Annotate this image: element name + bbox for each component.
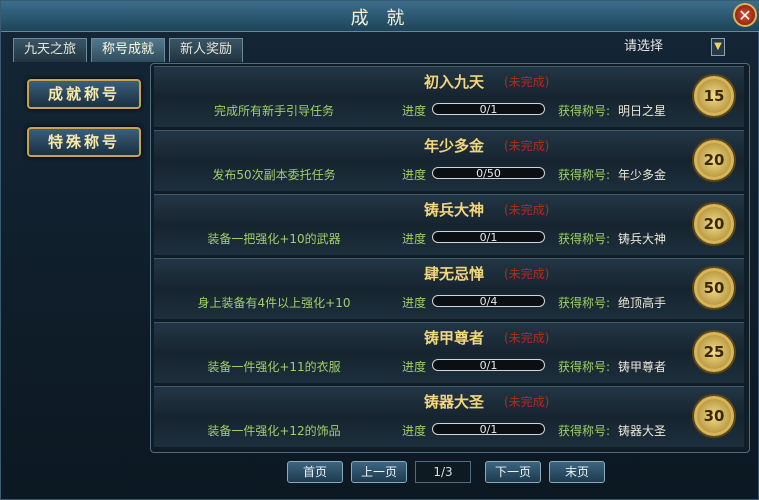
progress-text: 0/4 [479, 295, 498, 308]
achievement-title: 铸甲尊者 [423, 329, 484, 347]
progress-text: 0/1 [479, 423, 498, 436]
last-page-button[interactable]: 末页 [549, 461, 605, 483]
category-achievement-titles[interactable]: 成就称号 [27, 79, 141, 109]
category-sidebar: 成就称号 特殊称号 [7, 63, 147, 457]
achievement-list: 初入九天 (未完成) 完成所有新手引导任务 进度 0/1 获得称号: 明日之星 … [150, 63, 750, 453]
page-indicator: 1/3 [415, 461, 471, 483]
reward-title: 绝顶高手 [618, 296, 667, 310]
reward-title: 铸兵大神 [618, 232, 667, 246]
achievement-description: 身上装备有4件以上强化+10 [197, 296, 351, 310]
achievement-points-badge: 20 [694, 140, 734, 180]
progress-bar: 0/4 [432, 295, 545, 308]
progress-text: 0/50 [476, 167, 501, 180]
title-bar[interactable]: 成 就 ✕ [1, 1, 759, 32]
progress-text: 0/1 [479, 231, 498, 244]
prev-page-button[interactable]: 上一页 [351, 461, 407, 483]
progress-bar: 0/1 [432, 423, 545, 436]
achievement-status: (未完成) [504, 331, 550, 345]
reward-label: 获得称号: [558, 296, 611, 310]
reward-label: 获得称号: [558, 424, 611, 438]
chevron-down-icon[interactable]: ▼ [711, 38, 725, 56]
progress-label: 进度 [402, 360, 427, 374]
achievement-status: (未完成) [504, 139, 550, 153]
achievement-row: 年少多金 (未完成) 发布50次副本委托任务 进度 0/50 获得称号: 年少多… [154, 130, 744, 191]
achievement-description: 装备一把强化+10的武器 [207, 232, 341, 246]
achievement-points-badge: 15 [694, 76, 734, 116]
achievement-points-badge: 25 [694, 332, 734, 372]
category-special-titles[interactable]: 特殊称号 [27, 127, 141, 157]
progress-bar: 0/1 [432, 359, 545, 372]
reward-title: 铸甲尊者 [618, 360, 667, 374]
achievement-row: 铸甲尊者 (未完成) 装备一件强化+11的衣服 进度 0/1 获得称号: 铸甲尊… [154, 322, 744, 383]
achievement-status: (未完成) [504, 75, 550, 89]
progress-text: 0/1 [479, 103, 498, 116]
achievement-description: 发布50次副本委托任务 [212, 168, 336, 182]
achievement-title: 铸兵大神 [423, 201, 484, 219]
achievement-description: 装备一件强化+12的饰品 [207, 424, 341, 438]
reward-title: 明日之星 [618, 104, 667, 118]
reward-label: 获得称号: [558, 232, 611, 246]
progress-bar: 0/1 [432, 103, 545, 116]
progress-label: 进度 [402, 232, 427, 246]
reward-title: 年少多金 [618, 168, 667, 182]
achievement-status: (未完成) [504, 395, 550, 409]
tab-title-achievements[interactable]: 称号成就 [91, 38, 165, 62]
reward-label: 获得称号: [558, 104, 611, 118]
reward-label: 获得称号: [558, 168, 611, 182]
progress-label: 进度 [402, 104, 427, 118]
tab-newbie-rewards[interactable]: 新人奖励 [169, 38, 243, 62]
first-page-button[interactable]: 首页 [287, 461, 343, 483]
achievement-status: (未完成) [504, 203, 550, 217]
achievement-points-badge: 30 [694, 396, 734, 436]
achievement-row: 铸兵大神 (未完成) 装备一把强化+10的武器 进度 0/1 获得称号: 铸兵大… [154, 194, 744, 255]
achievement-description: 装备一件强化+11的衣服 [207, 360, 341, 374]
window-title: 成 就 [350, 8, 411, 29]
progress-bar: 0/1 [432, 231, 545, 244]
progress-label: 进度 [402, 296, 427, 310]
reward-title: 铸器大圣 [618, 424, 667, 438]
tab-journey[interactable]: 九天之旅 [13, 38, 87, 62]
achievement-row: 肆无忌惮 (未完成) 身上装备有4件以上强化+10 进度 0/4 获得称号: 绝… [154, 258, 744, 319]
achievement-window: 成 就 ✕ 九天之旅 称号成就 新人奖励 请选择 ▼ 成就称号 特殊称号 初入九… [0, 0, 759, 500]
achievement-title: 年少多金 [423, 137, 484, 155]
achievement-row: 初入九天 (未完成) 完成所有新手引导任务 进度 0/1 获得称号: 明日之星 … [154, 66, 744, 127]
achievement-description: 完成所有新手引导任务 [213, 104, 334, 118]
progress-label: 进度 [402, 424, 427, 438]
achievement-points-badge: 20 [694, 204, 734, 244]
filter-select[interactable]: 请选择 ▼ [617, 38, 727, 58]
achievement-title: 初入九天 [423, 73, 484, 91]
achievement-title: 铸器大圣 [423, 393, 484, 411]
progress-text: 0/1 [479, 359, 498, 372]
filter-select-value: 请选择 [624, 39, 664, 54]
next-page-button[interactable]: 下一页 [485, 461, 541, 483]
progress-label: 进度 [402, 168, 427, 182]
achievement-points-badge: 50 [694, 268, 734, 308]
achievement-status: (未完成) [504, 267, 550, 281]
reward-label: 获得称号: [558, 360, 611, 374]
close-icon[interactable]: ✕ [733, 3, 757, 27]
achievement-title: 肆无忌惮 [423, 265, 484, 283]
progress-bar: 0/50 [432, 167, 545, 180]
pagination: 首页 上一页 1/3 下一页 末页 [1, 461, 758, 485]
achievement-row: 铸器大圣 (未完成) 装备一件强化+12的饰品 进度 0/1 获得称号: 铸器大… [154, 386, 744, 447]
